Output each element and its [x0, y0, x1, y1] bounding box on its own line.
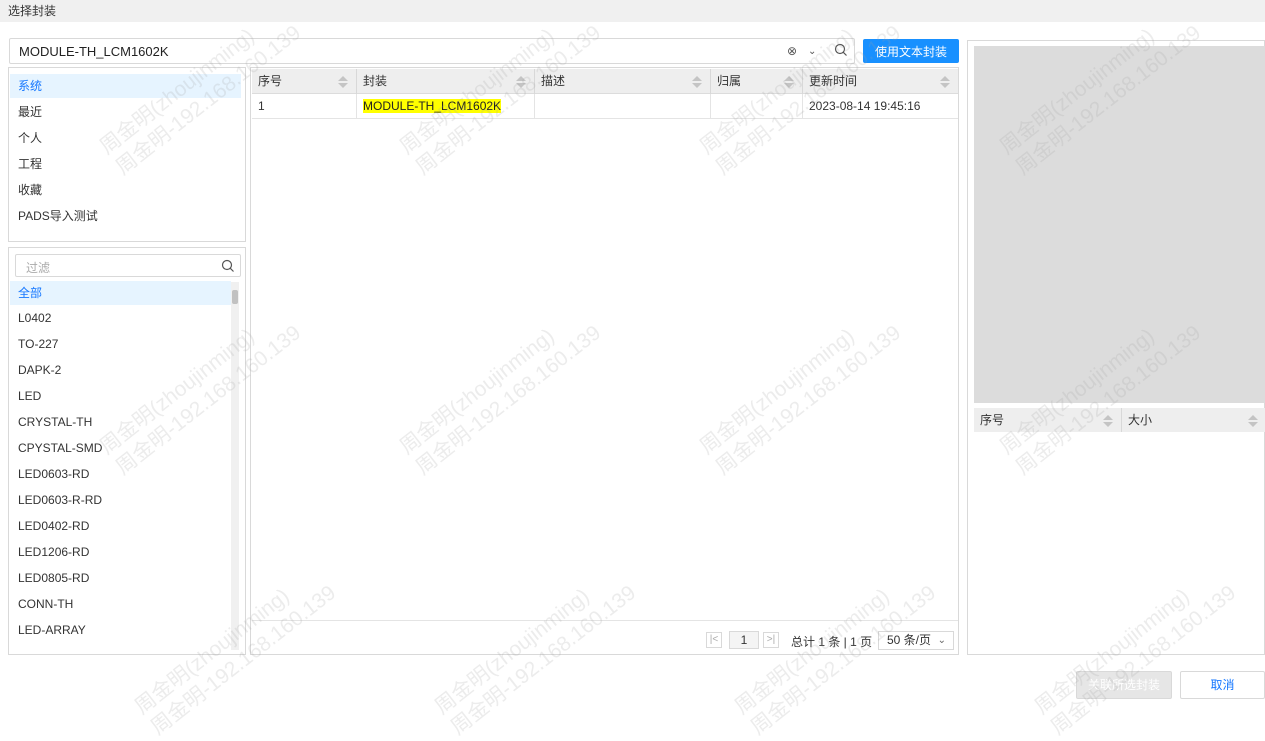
cell-description [535, 94, 711, 118]
library-item[interactable]: LED0805-RD [10, 566, 231, 590]
search-icon[interactable] [834, 43, 848, 60]
sort-icon[interactable] [692, 76, 702, 88]
use-text-footprint-button[interactable]: 使用文本封装 [863, 39, 959, 63]
page-number-input[interactable]: 1 [729, 631, 759, 649]
table-header: 序号 封装 描述 归属 更新时间 [252, 69, 958, 94]
category-item-pads-import[interactable]: PADS导入测试 [10, 204, 241, 228]
library-item[interactable]: LED0603-R-RD [10, 488, 231, 512]
footprint-highlight: MODULE-TH_LCM1602K [363, 99, 502, 113]
cell-index: 1 [252, 94, 357, 118]
sort-icon[interactable] [338, 76, 348, 88]
category-item-personal[interactable]: 个人 [10, 126, 241, 150]
search-value: MODULE-TH_LCM1602K [19, 44, 169, 59]
first-page-icon[interactable]: |< [706, 632, 722, 648]
search-icon [221, 259, 235, 276]
cell-updated: 2023-08-14 19:45:16 [809, 99, 921, 113]
pagination: |< 1 >| 总计 1 条 | 1 页 50 条/页 ⌄ [252, 620, 958, 654]
clear-icon[interactable]: ⊗ [787, 44, 797, 58]
column-label: 序号 [980, 413, 1005, 427]
page-size-value: 50 条/页 [887, 633, 932, 647]
category-item-favorites[interactable]: 收藏 [10, 178, 241, 202]
column-header-index[interactable]: 序号 [252, 69, 357, 94]
library-item[interactable]: LED0402-RD [10, 514, 231, 538]
scrollbar-thumb[interactable] [232, 290, 238, 304]
category-item-system[interactable]: 系统 [10, 74, 241, 98]
footprint-table: 序号 封装 描述 归属 更新时间 1 MODULE-TH_LCM1602K 20… [250, 67, 959, 655]
column-label: 描述 [541, 74, 566, 88]
last-page-icon[interactable]: >| [763, 632, 779, 648]
column-label: 更新时间 [809, 74, 858, 88]
library-item[interactable]: CRYSTAL-TH [10, 410, 231, 434]
library-item[interactable]: TO-227 [10, 332, 231, 356]
sort-icon[interactable] [940, 76, 950, 88]
footprint-search-input[interactable]: MODULE-TH_LCM1602K ⊗ ⌄ [9, 38, 855, 64]
library-scrollbar[interactable] [231, 282, 239, 650]
filter-input[interactable]: 过滤 [15, 254, 241, 277]
column-header-updated[interactable]: 更新时间 [803, 69, 958, 94]
page-size-select[interactable]: 50 条/页 ⌄ [878, 631, 954, 650]
cancel-button[interactable]: 取消 [1180, 671, 1265, 699]
sort-icon[interactable] [784, 76, 794, 88]
chevron-down-icon: ⌄ [937, 635, 946, 646]
cell-footprint: MODULE-TH_LCM1602K [357, 94, 535, 118]
preview-panel: 序号 大小 [967, 40, 1265, 655]
library-item[interactable]: LED1206-RD [10, 540, 231, 564]
library-item[interactable]: 全部 [10, 281, 231, 305]
sort-icon[interactable] [1103, 415, 1113, 427]
sort-icon[interactable] [1248, 415, 1258, 427]
column-label: 序号 [258, 74, 283, 88]
category-item-project[interactable]: 工程 [10, 152, 241, 176]
column-label: 封装 [363, 74, 388, 88]
column-header-footprint[interactable]: 封装 [357, 69, 535, 94]
preview-table-header: 序号 大小 [974, 408, 1265, 432]
library-item[interactable]: CPYSTAL-SMD [10, 436, 231, 460]
column-label: 大小 [1128, 413, 1153, 427]
category-list: 系统 最近 个人 工程 收藏 PADS导入测试 [8, 67, 246, 242]
table-row[interactable]: 1 MODULE-TH_LCM1602K 2023-08-14 19:45:16 [252, 94, 958, 119]
dialog-title: 选择封装 [8, 4, 57, 18]
library-item[interactable]: DAPK-2 [10, 358, 231, 382]
column-header-owner[interactable]: 归属 [711, 69, 803, 94]
filter-placeholder: 过滤 [26, 261, 51, 275]
library-item[interactable]: L0402 [10, 306, 231, 330]
library-item[interactable]: LED0603-RD [10, 462, 231, 486]
cell-owner [711, 94, 803, 118]
library-item[interactable]: CONN-TH [10, 592, 231, 616]
library-list: 过滤 全部 L0402 TO-227 DAPK-2 LED CRYSTAL-TH… [8, 247, 246, 655]
title-bar: 选择封装 [0, 0, 1265, 22]
library-item[interactable]: LED [10, 384, 231, 408]
category-item-recent[interactable]: 最近 [10, 100, 241, 124]
column-header-size[interactable]: 大小 [1122, 408, 1265, 432]
footprint-preview-canvas[interactable] [974, 46, 1265, 403]
library-item[interactable]: LED-ARRAY [10, 618, 231, 642]
sort-icon[interactable] [516, 76, 526, 88]
column-header-description[interactable]: 描述 [535, 69, 711, 94]
pagination-summary: 总计 1 条 | 1 页 [791, 635, 873, 649]
chevron-down-icon[interactable]: ⌄ [808, 46, 816, 57]
associate-selected-footprint-button[interactable]: 关联所选封装 [1076, 671, 1172, 699]
column-label: 归属 [717, 74, 742, 88]
column-header-index[interactable]: 序号 [974, 408, 1122, 432]
